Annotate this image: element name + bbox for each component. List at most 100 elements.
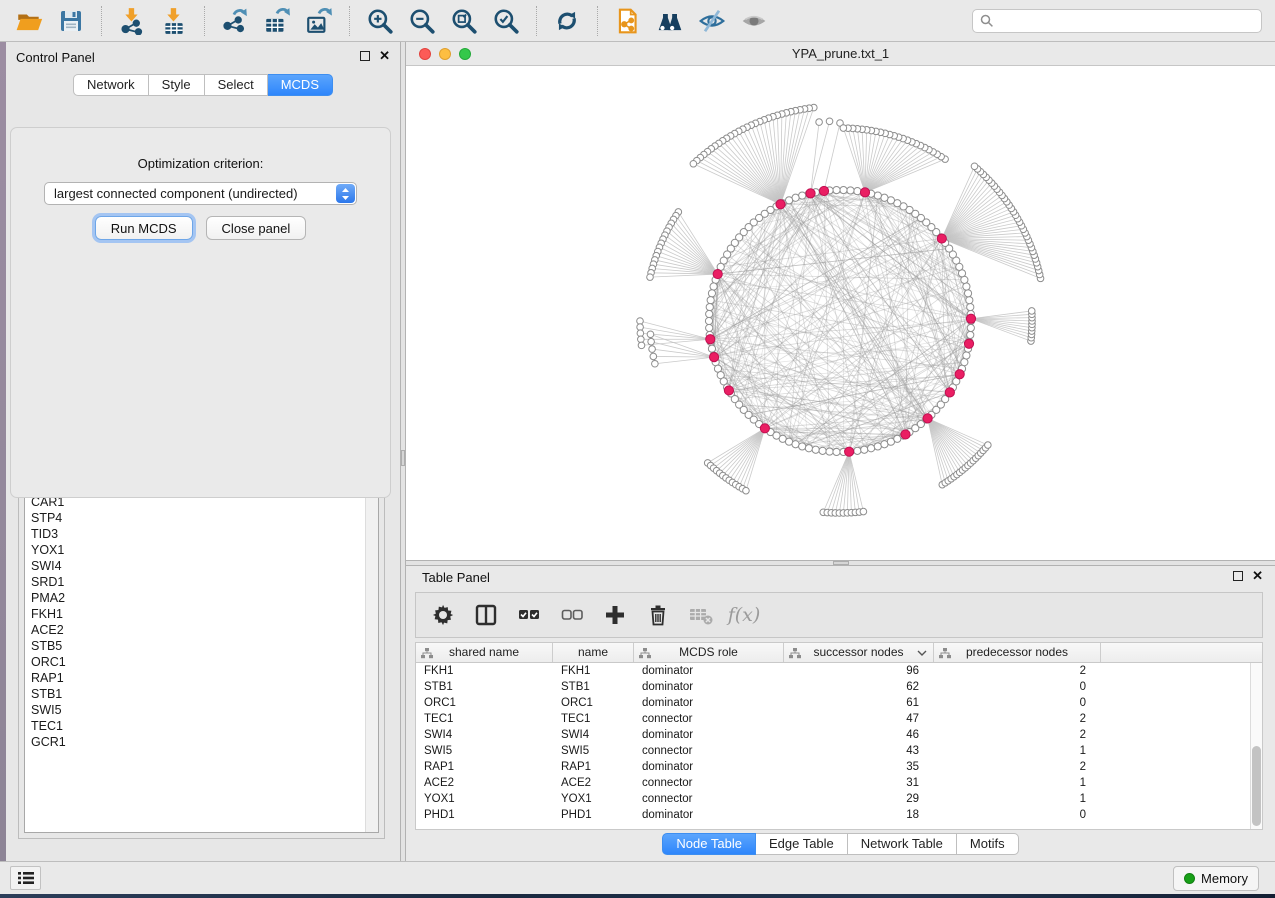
mcds-hub-node[interactable] xyxy=(937,234,946,243)
add-row-button[interactable] xyxy=(602,602,628,628)
network-leaf-node[interactable] xyxy=(690,160,697,167)
mcds-hub-node[interactable] xyxy=(709,353,718,362)
mcds-hub-node[interactable] xyxy=(724,386,733,395)
zoom-in-button[interactable] xyxy=(361,3,399,39)
network-node[interactable] xyxy=(874,192,881,199)
network-node[interactable] xyxy=(708,345,715,352)
network-node[interactable] xyxy=(967,303,974,310)
mcds-hub-node[interactable] xyxy=(776,200,785,209)
mcds-hub-node[interactable] xyxy=(945,388,954,397)
network-node[interactable] xyxy=(861,446,868,453)
table-row[interactable]: YOX1YOX1connector291 xyxy=(416,791,1262,807)
network-node[interactable] xyxy=(799,443,806,450)
tab-node-table[interactable]: Node Table xyxy=(662,833,756,855)
network-node[interactable] xyxy=(881,194,888,201)
network-leaf-node[interactable] xyxy=(647,331,654,338)
network-leaf-node[interactable] xyxy=(1028,308,1035,315)
mcds-hub-node[interactable] xyxy=(845,447,854,456)
network-node[interactable] xyxy=(707,297,714,304)
show-graphics-details-button[interactable] xyxy=(735,3,773,39)
network-canvas[interactable] xyxy=(406,66,1275,560)
table-settings-button[interactable] xyxy=(430,602,456,628)
network-node[interactable] xyxy=(967,324,974,331)
network-leaf-node[interactable] xyxy=(971,163,978,170)
zoom-fit-button[interactable] xyxy=(445,3,483,39)
network-node[interactable] xyxy=(812,446,819,453)
splitter-grip[interactable] xyxy=(833,561,849,565)
splitter-grip[interactable] xyxy=(401,450,405,466)
network-node[interactable] xyxy=(708,290,715,297)
table-row[interactable]: FKH1FKH1dominator962 xyxy=(416,663,1262,679)
mcds-result-item[interactable]: ORC1 xyxy=(25,654,378,670)
window-maximize-icon[interactable] xyxy=(459,48,471,60)
result-list-scrollbar[interactable] xyxy=(365,478,378,832)
tab-mcds[interactable]: MCDS xyxy=(268,74,333,96)
network-node[interactable] xyxy=(833,448,840,455)
import-network-button[interactable] xyxy=(113,3,151,39)
column-header-successor-nodes[interactable]: successor nodes xyxy=(784,643,934,662)
network-leaf-node[interactable] xyxy=(638,336,645,343)
save-session-button[interactable] xyxy=(52,3,90,39)
table-scrollbar[interactable] xyxy=(1250,663,1262,829)
network-leaf-node[interactable] xyxy=(860,508,867,515)
network-leaf-node[interactable] xyxy=(638,342,645,349)
float-panel-icon[interactable] xyxy=(360,51,370,61)
table-row[interactable]: SWI5SWI5connector431 xyxy=(416,743,1262,759)
mcds-result-item[interactable]: RAP1 xyxy=(25,670,378,686)
mcds-result-item[interactable]: PMA2 xyxy=(25,590,378,606)
network-node[interactable] xyxy=(826,448,833,455)
network-leaf-node[interactable] xyxy=(650,353,657,360)
tab-network-table[interactable]: Network Table xyxy=(848,833,957,855)
export-image-button[interactable] xyxy=(300,3,338,39)
mcds-result-item[interactable]: TID3 xyxy=(25,526,378,542)
network-leaf-node[interactable] xyxy=(649,346,656,353)
table-row[interactable]: ACE2ACE2connector311 xyxy=(416,775,1262,791)
table-row[interactable]: RAP1RAP1dominator352 xyxy=(416,759,1262,775)
mcds-result-item[interactable]: STB1 xyxy=(25,686,378,702)
share-document-button[interactable] xyxy=(609,3,647,39)
network-node[interactable] xyxy=(792,441,799,448)
mcds-hub-node[interactable] xyxy=(760,424,769,433)
table-row[interactable]: PHD1PHD1dominator180 xyxy=(416,807,1262,823)
open-file-button[interactable] xyxy=(10,3,48,39)
mcds-result-item[interactable]: SWI4 xyxy=(25,558,378,574)
network-node[interactable] xyxy=(854,447,861,454)
network-node[interactable] xyxy=(961,359,968,366)
network-leaf-node[interactable] xyxy=(840,125,847,132)
mcds-hub-node[interactable] xyxy=(706,335,715,344)
run-mcds-button[interactable]: Run MCDS xyxy=(95,216,193,240)
zoom-selected-button[interactable] xyxy=(487,3,525,39)
network-node[interactable] xyxy=(963,352,970,359)
mcds-result-item[interactable]: STB5 xyxy=(25,638,378,654)
memory-button[interactable]: Memory xyxy=(1173,866,1259,891)
mcds-hub-node[interactable] xyxy=(713,269,722,278)
column-header-MCDS-role[interactable]: MCDS role xyxy=(634,643,784,662)
table-row[interactable]: STB1STB1dominator620 xyxy=(416,679,1262,695)
function-builder-button[interactable]: f(x) xyxy=(731,602,757,628)
tab-select[interactable]: Select xyxy=(205,74,268,96)
search-input[interactable] xyxy=(995,11,1261,31)
mcds-hub-node[interactable] xyxy=(901,430,910,439)
table-row[interactable]: TEC1TEC1connector472 xyxy=(416,711,1262,727)
network-node[interactable] xyxy=(967,331,974,338)
mcds-hub-node[interactable] xyxy=(819,186,828,195)
refresh-button[interactable] xyxy=(548,3,586,39)
network-leaf-node[interactable] xyxy=(826,118,833,125)
mcds-result-item[interactable]: FKH1 xyxy=(25,606,378,622)
column-header-shared-name[interactable]: shared name xyxy=(416,643,553,662)
import-table-button[interactable] xyxy=(155,3,193,39)
mcds-result-item[interactable]: GCR1 xyxy=(25,734,378,750)
mcds-result-list[interactable]: PHD1CAR1STP4TID3YOX1SWI4SRD1PMA2FKH1ACE2… xyxy=(24,477,379,833)
network-leaf-node[interactable] xyxy=(816,119,823,126)
network-node[interactable] xyxy=(710,283,717,290)
window-minimize-icon[interactable] xyxy=(439,48,451,60)
tab-edge-table[interactable]: Edge Table xyxy=(756,833,848,855)
mcds-result-item[interactable]: YOX1 xyxy=(25,542,378,558)
network-node[interactable] xyxy=(805,445,812,452)
network-leaf-node[interactable] xyxy=(647,274,654,281)
task-history-button[interactable] xyxy=(10,866,41,890)
mcds-result-item[interactable]: TEC1 xyxy=(25,718,378,734)
network-node[interactable] xyxy=(706,303,713,310)
tab-motifs[interactable]: Motifs xyxy=(957,833,1019,855)
network-leaf-node[interactable] xyxy=(743,487,750,494)
